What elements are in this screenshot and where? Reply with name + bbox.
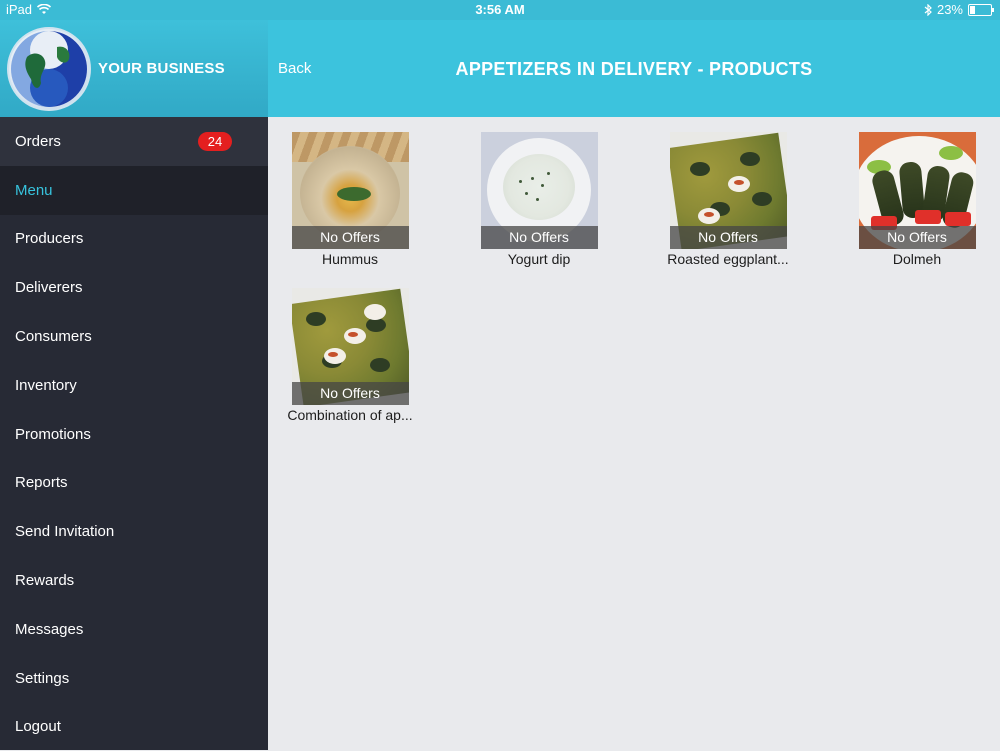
back-button[interactable]: Back bbox=[278, 60, 311, 77]
offer-label: No Offers bbox=[291, 226, 409, 249]
sidebar-header: YOUR BUSINESS bbox=[0, 20, 268, 117]
status-bar: iPad 3:56 AM 23% bbox=[0, 0, 1000, 20]
product-name: Yogurt dip bbox=[507, 251, 571, 267]
clock: 3:56 AM bbox=[475, 2, 525, 17]
sidebar-nav: Orders 24 Menu Producers Deliverers Cons… bbox=[0, 117, 268, 750]
product-grid: No Offers Hummus No Offers Yogurt dip No… bbox=[268, 117, 1000, 750]
sidebar-item-messages[interactable]: Messages bbox=[0, 605, 268, 654]
globe-logo bbox=[7, 27, 91, 111]
sidebar-item-label: Producers bbox=[15, 230, 84, 248]
offer-label: No Offers bbox=[480, 226, 598, 249]
offer-label: No Offers bbox=[669, 226, 787, 249]
product-image[interactable]: No Offers bbox=[291, 132, 409, 249]
sidebar-item-consumers[interactable]: Consumers bbox=[0, 312, 268, 361]
sidebar-item-logout[interactable]: Logout bbox=[0, 703, 268, 751]
battery-icon bbox=[968, 3, 994, 16]
sidebar-item-rewards[interactable]: Rewards bbox=[0, 556, 268, 605]
product-name: Dolmeh bbox=[892, 251, 942, 267]
product-name: Roasted eggplant... bbox=[667, 251, 789, 267]
product-image[interactable]: No Offers bbox=[291, 288, 409, 405]
sidebar-item-menu[interactable]: Menu bbox=[0, 165, 268, 215]
sidebar-item-inventory[interactable]: Inventory bbox=[0, 361, 268, 410]
orders-count-badge: 24 bbox=[198, 132, 232, 151]
sidebar-item-label: Messages bbox=[15, 620, 84, 638]
sidebar-item-label: Logout bbox=[15, 718, 61, 736]
battery-percent: 23% bbox=[936, 2, 963, 17]
brand-name: YOUR BUSINESS bbox=[98, 60, 225, 77]
sidebar-item-label: Inventory bbox=[15, 376, 77, 394]
product-card-yogurt-dip[interactable]: No Offers Yogurt dip bbox=[449, 132, 629, 267]
product-card-hummus[interactable]: No Offers Hummus bbox=[260, 132, 440, 267]
product-name: Hummus bbox=[321, 251, 378, 267]
sidebar-item-settings[interactable]: Settings bbox=[0, 654, 268, 703]
globe-icon bbox=[11, 31, 87, 107]
sidebar-item-label: Deliverers bbox=[15, 279, 83, 297]
sidebar-item-send-invitation[interactable]: Send Invitation bbox=[0, 507, 268, 556]
sidebar-item-label: Settings bbox=[15, 669, 70, 687]
battery-level bbox=[970, 5, 975, 14]
product-image[interactable]: No Offers bbox=[858, 132, 976, 249]
sidebar-item-promotions[interactable]: Promotions bbox=[0, 410, 268, 459]
sidebar-item-label: Rewards bbox=[15, 572, 75, 590]
sidebar-item-producers[interactable]: Producers bbox=[0, 215, 268, 264]
sidebar-item-reports[interactable]: Reports bbox=[0, 459, 268, 508]
product-image[interactable]: No Offers bbox=[669, 132, 787, 249]
sidebar-item-label: Orders bbox=[15, 132, 61, 150]
offer-label: No Offers bbox=[291, 382, 409, 405]
bluetooth-icon bbox=[924, 3, 932, 16]
sidebar-item-label: Reports bbox=[15, 474, 68, 492]
product-card-roasted-eggplant[interactable]: No Offers Roasted eggplant... bbox=[638, 132, 818, 267]
sidebar-item-orders[interactable]: Orders 24 bbox=[0, 117, 268, 166]
sidebar-item-label: Promotions bbox=[15, 425, 91, 443]
product-card-dolmeh[interactable]: No Offers Dolmeh bbox=[827, 132, 1000, 267]
product-name: Combination of ap... bbox=[287, 407, 413, 423]
sidebar-item-label: Menu bbox=[15, 181, 53, 199]
header-bar: APPETIZERS IN DELIVERY - PRODUCTS Back bbox=[268, 20, 1000, 117]
sidebar-item-label: Consumers bbox=[15, 328, 92, 346]
product-image[interactable]: No Offers bbox=[480, 132, 598, 249]
product-card-combination[interactable]: No Offers Combination of ap... bbox=[260, 288, 440, 423]
sidebar-item-label: Send Invitation bbox=[15, 523, 115, 541]
page-title: APPETIZERS IN DELIVERY - PRODUCTS bbox=[455, 59, 813, 79]
sidebar-item-deliverers[interactable]: Deliverers bbox=[0, 263, 268, 312]
offer-label: No Offers bbox=[858, 226, 976, 249]
